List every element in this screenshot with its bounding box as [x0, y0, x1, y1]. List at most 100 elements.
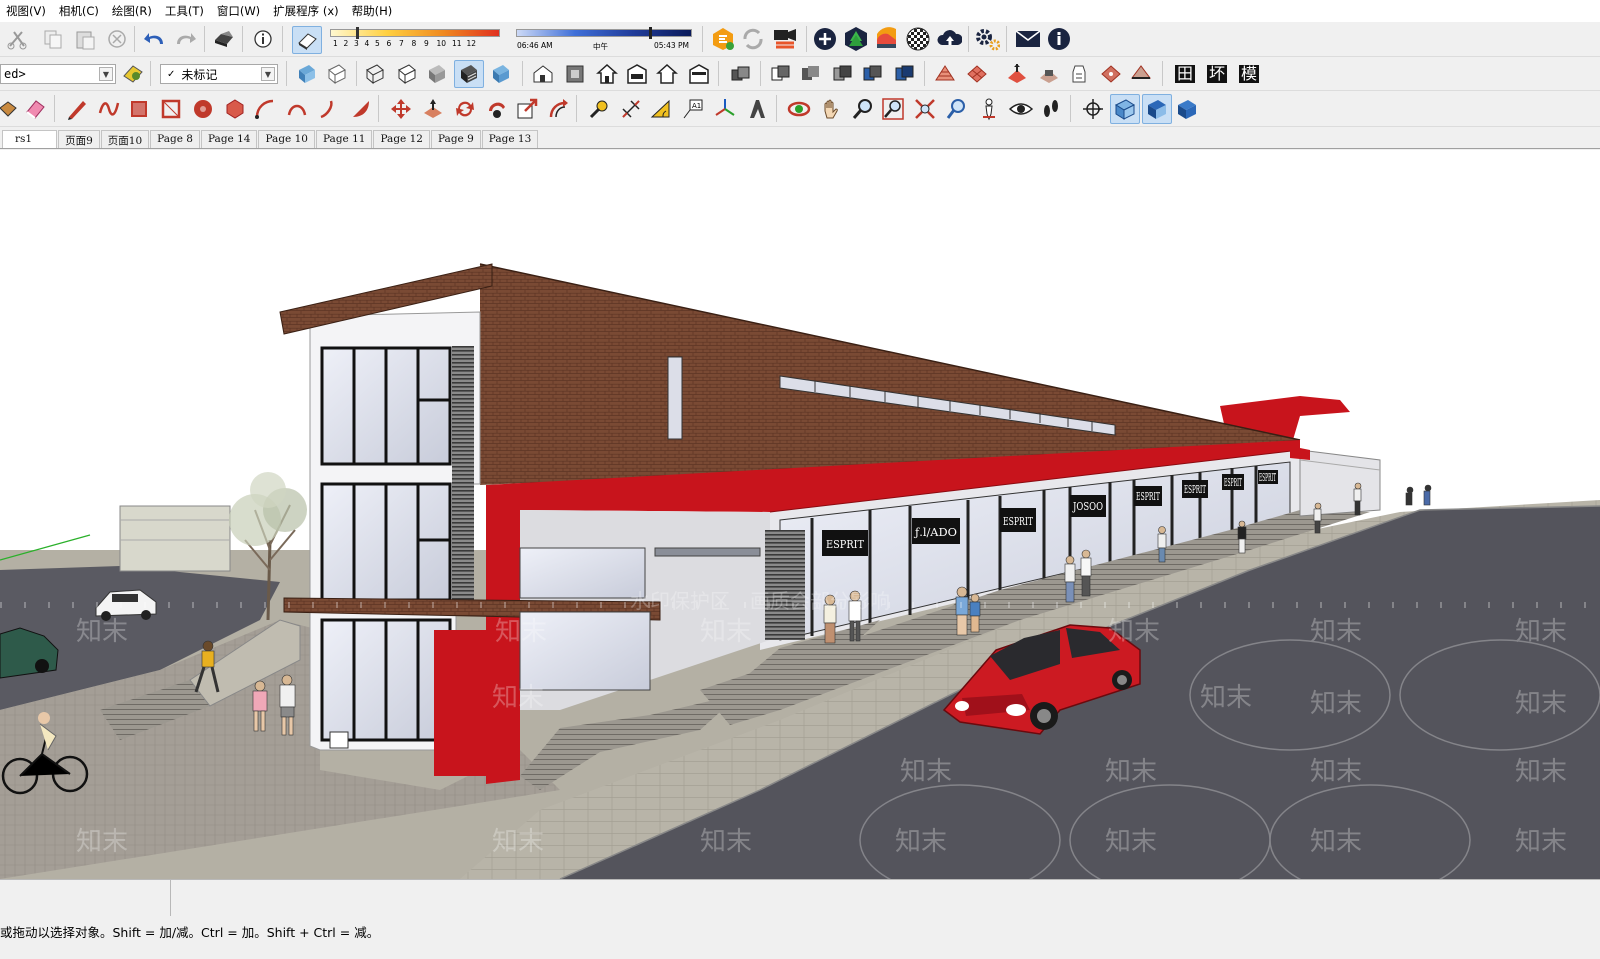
- smoove-icon[interactable]: [1004, 61, 1030, 87]
- sandbox-contours-icon[interactable]: [932, 61, 958, 87]
- add-icon[interactable]: [812, 26, 838, 52]
- scene-tab-page11[interactable]: Page 11: [315, 130, 373, 148]
- checker-sphere-icon[interactable]: [905, 26, 931, 52]
- section-plane-icon[interactable]: [1080, 96, 1106, 122]
- display-section-planes-icon[interactable]: [1110, 94, 1140, 124]
- arc-icon[interactable]: [252, 96, 278, 122]
- env-tool-icon[interactable]: 坏: [1204, 61, 1230, 87]
- pie-icon[interactable]: [348, 96, 374, 122]
- stamp-icon[interactable]: [1036, 61, 1062, 87]
- rotated-rectangle-icon[interactable]: [158, 96, 184, 122]
- model-tool-icon[interactable]: 模: [1236, 61, 1262, 87]
- rectangle-icon[interactable]: [126, 96, 152, 122]
- monochrome-icon[interactable]: [488, 61, 514, 87]
- protractor-icon[interactable]: [648, 96, 674, 122]
- scene-tab-page14[interactable]: Page 14: [200, 130, 258, 148]
- face-style-xray-icon[interactable]: [294, 61, 320, 87]
- text-tool-icon[interactable]: A1: [680, 96, 706, 122]
- front-view-icon[interactable]: [594, 61, 620, 87]
- two-point-arc-icon[interactable]: [284, 96, 310, 122]
- sandbox-scratch-icon[interactable]: [964, 61, 990, 87]
- style-combo[interactable]: ed> ▼: [0, 64, 116, 84]
- split-icon[interactable]: [892, 61, 918, 87]
- back-edges-icon[interactable]: [324, 61, 350, 87]
- 3d-text-icon[interactable]: [744, 96, 770, 122]
- cloud-upload-icon[interactable]: [936, 26, 962, 52]
- chevron-down-icon[interactable]: ▼: [99, 67, 113, 81]
- circle-icon[interactable]: [190, 96, 216, 122]
- iso-view-icon[interactable]: [530, 61, 556, 87]
- scene-tab-page8[interactable]: Page 8: [150, 130, 200, 148]
- extension-warehouse-icon[interactable]: [710, 26, 736, 52]
- top-view-icon[interactable]: [562, 61, 588, 87]
- menu-camera[interactable]: 相机(C): [53, 3, 106, 19]
- pan-hand-icon[interactable]: [818, 96, 844, 122]
- right-view-icon[interactable]: [624, 61, 650, 87]
- shadow-time-slider[interactable]: 06:46 AM 中午 05:43 PM: [516, 27, 694, 51]
- position-camera-icon[interactable]: [976, 96, 1002, 122]
- scene-tab-page9[interactable]: Page 9: [430, 130, 481, 148]
- zoom-extents-icon[interactable]: [912, 96, 938, 122]
- wireframe-icon[interactable]: [362, 61, 388, 87]
- solid-union-icon[interactable]: [728, 61, 754, 87]
- follow-me-icon[interactable]: [484, 96, 510, 122]
- drape-icon[interactable]: [1066, 61, 1092, 87]
- move-icon[interactable]: [388, 96, 414, 122]
- menu-view[interactable]: 视图(V): [0, 3, 53, 19]
- dimension-icon[interactable]: [618, 96, 644, 122]
- three-point-arc-icon[interactable]: [316, 96, 342, 122]
- scene-tab-page10-cn[interactable]: 页面10: [100, 130, 150, 148]
- cut-icon[interactable]: [4, 26, 30, 52]
- menu-window[interactable]: 窗口(W): [211, 3, 267, 19]
- scene-export-icon[interactable]: [772, 26, 798, 52]
- menu-extensions[interactable]: 扩展程序 (x): [267, 3, 345, 19]
- material-palette-icon[interactable]: [874, 26, 900, 52]
- scale-icon[interactable]: [514, 96, 540, 122]
- undo-icon[interactable]: [142, 26, 168, 52]
- scene-tab-page13[interactable]: Page 13: [481, 130, 539, 148]
- scene-tab-page9-cn[interactable]: 页面9: [58, 130, 100, 148]
- erase-selection-icon[interactable]: [104, 26, 130, 52]
- zoom-window-icon[interactable]: [880, 96, 906, 122]
- redo-icon[interactable]: [172, 26, 198, 52]
- eraser-icon[interactable]: [22, 96, 48, 122]
- push-pull-icon[interactable]: [420, 96, 446, 122]
- menu-help[interactable]: 帮助(H): [346, 3, 400, 19]
- look-around-eye-icon[interactable]: [1008, 96, 1034, 122]
- tag-combo[interactable]: ✓ 未标记 ▼: [160, 64, 278, 84]
- intersect-icon[interactable]: [798, 61, 824, 87]
- offset-icon[interactable]: [546, 96, 572, 122]
- 3d-warehouse-icon[interactable]: [843, 26, 869, 52]
- freehand-icon[interactable]: [96, 96, 122, 122]
- display-section-cuts-icon[interactable]: [1142, 94, 1172, 124]
- walk-footprints-icon[interactable]: [1038, 96, 1064, 122]
- paste-icon[interactable]: [72, 26, 98, 52]
- back-view-icon[interactable]: [654, 61, 680, 87]
- add-detail-icon[interactable]: [1098, 61, 1124, 87]
- paint-bucket-icon[interactable]: [0, 96, 20, 122]
- print-icon[interactable]: [210, 26, 236, 52]
- outer-shell-icon[interactable]: [768, 61, 794, 87]
- shaded-textures-icon[interactable]: [454, 60, 484, 88]
- model-info-icon[interactable]: [250, 26, 276, 52]
- tape-measure-icon[interactable]: [586, 96, 612, 122]
- zoom-icon[interactable]: [850, 96, 876, 122]
- line-pencil-icon[interactable]: [64, 96, 90, 122]
- polygon-icon[interactable]: [222, 96, 248, 122]
- shaded-icon[interactable]: [424, 61, 450, 87]
- scene-tab-page12[interactable]: Page 12: [373, 130, 430, 148]
- previous-view-icon[interactable]: [944, 96, 970, 122]
- orbit-icon[interactable]: [786, 96, 812, 122]
- menu-draw[interactable]: 绘图(R): [106, 3, 159, 19]
- shadow-date-slider[interactable]: 1 2 3 4 5 6 7 8 9 10 11 12: [330, 27, 502, 51]
- rotate-icon[interactable]: [452, 96, 478, 122]
- menu-tools[interactable]: 工具(T): [159, 3, 211, 19]
- subtract-icon[interactable]: [830, 61, 856, 87]
- shadows-toggle-icon[interactable]: [292, 26, 322, 54]
- flip-edge-icon[interactable]: [1128, 61, 1154, 87]
- axes-icon[interactable]: [712, 96, 738, 122]
- hidden-line-icon[interactable]: [394, 61, 420, 87]
- refresh-icon[interactable]: [740, 26, 766, 52]
- trim-icon[interactable]: [860, 61, 886, 87]
- section-fill-icon[interactable]: [1174, 96, 1200, 122]
